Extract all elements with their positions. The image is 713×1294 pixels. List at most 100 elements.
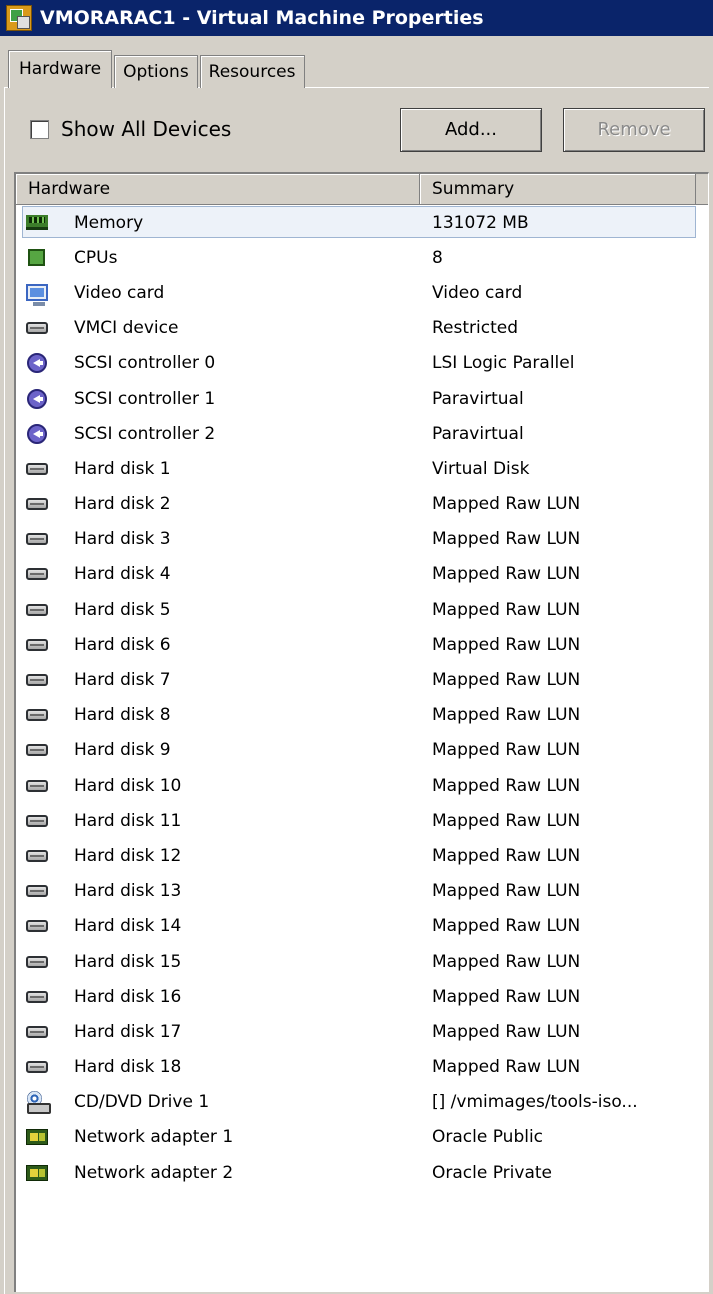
hardware-name: Hard disk 6 [74, 634, 171, 655]
show-all-devices-toggle[interactable]: Show All Devices [30, 117, 231, 141]
show-all-devices-checkbox[interactable] [30, 119, 49, 139]
table-row[interactable]: Hard disk 5 Mapped Raw LUN [16, 592, 708, 627]
hardware-cell: Video card [16, 282, 420, 307]
network-adapter-icon [26, 1129, 48, 1146]
summary-cell: Mapped Raw LUN [432, 599, 581, 620]
table-row[interactable]: Hard disk 14 Mapped Raw LUN [16, 909, 708, 944]
summary-cell: Mapped Raw LUN [432, 881, 581, 902]
disk-icon [26, 955, 48, 968]
disk-icon [26, 709, 48, 722]
table-row[interactable]: Hard disk 18 Mapped Raw LUN [16, 1050, 708, 1085]
table-row[interactable]: Hard disk 16 Mapped Raw LUN [16, 979, 708, 1014]
table-row[interactable]: Hard disk 7 Mapped Raw LUN [16, 662, 708, 697]
hardware-cell: Hard disk 3 [16, 529, 420, 549]
scsi-controller-icon [27, 388, 47, 409]
table-row[interactable]: Network adapter 2 Oracle Private [16, 1155, 708, 1190]
hardware-cell: Hard disk 15 [16, 952, 420, 972]
scsi-controller-icon [27, 353, 47, 374]
summary-cell: Virtual Disk [432, 458, 530, 479]
table-row[interactable]: Hard disk 13 Mapped Raw LUN [16, 874, 708, 909]
summary-cell: Mapped Raw LUN [432, 494, 581, 515]
hardware-cell: Hard disk 13 [16, 881, 420, 901]
tab-hardware[interactable]: Hardware [8, 50, 113, 88]
summary-cell: Mapped Raw LUN [432, 810, 581, 831]
remove-button[interactable]: Remove [563, 108, 705, 152]
disk-icon [26, 990, 48, 1003]
table-row[interactable]: Hard disk 6 Mapped Raw LUN [16, 627, 708, 662]
table-row[interactable]: Hard disk 4 Mapped Raw LUN [16, 557, 708, 592]
table-row[interactable]: Hard disk 10 Mapped Raw LUN [16, 768, 708, 803]
table-row[interactable]: Hard disk 8 Mapped Raw LUN [16, 698, 708, 733]
hardware-cell: Hard disk 11 [16, 811, 420, 831]
video-card-icon [26, 284, 48, 307]
tab-options[interactable]: Options [114, 55, 198, 88]
summary-cell: Mapped Raw LUN [432, 740, 581, 761]
table-row[interactable]: Hard disk 9 Mapped Raw LUN [16, 733, 708, 768]
summary-cell: Restricted [432, 318, 519, 339]
disk-icon [26, 322, 48, 335]
cd-dvd-icon [26, 1091, 51, 1115]
hardware-name: CPUs [74, 247, 118, 268]
table-row[interactable]: CD/DVD Drive 1 [] /vmimages/tools-iso... [16, 1085, 708, 1120]
table-row[interactable]: Memory 131072 MB [16, 205, 708, 240]
hardware-cell: Hard disk 5 [16, 600, 420, 620]
summary-cell: Mapped Raw LUN [432, 529, 581, 550]
hardware-cell: Hard disk 2 [16, 494, 420, 514]
column-header-summary[interactable]: Summary [420, 174, 696, 204]
hardware-cell: Hard disk 1 [16, 459, 420, 479]
table-row[interactable]: Hard disk 12 Mapped Raw LUN [16, 838, 708, 873]
table-row[interactable]: Hard disk 17 Mapped Raw LUN [16, 1014, 708, 1049]
table-row[interactable]: Network adapter 1 Oracle Public [16, 1120, 708, 1155]
disk-icon [26, 744, 48, 757]
table-row[interactable]: SCSI controller 1 Paravirtual [16, 381, 708, 416]
tab-strip: Hardware Options Resources [8, 50, 307, 88]
hardware-name: Memory [74, 212, 144, 233]
summary-cell: Mapped Raw LUN [432, 916, 581, 937]
hardware-name: Hard disk 4 [74, 564, 171, 585]
hardware-cell: VMCI device [16, 318, 420, 338]
hardware-name: Network adapter 2 [74, 1162, 234, 1183]
hardware-list[interactable]: Hardware Summary Memory 131072 MB CPUs 8 Vid… [14, 172, 709, 1292]
summary-cell: Video card [432, 282, 523, 303]
table-row[interactable]: SCSI controller 0 LSI Logic Parallel [16, 346, 708, 381]
hardware-name: Hard disk 2 [74, 494, 171, 515]
title-bar[interactable]: VMORARAC1 - Virtual Machine Properties [0, 0, 713, 36]
table-row[interactable]: Hard disk 11 Mapped Raw LUN [16, 803, 708, 838]
hardware-cell: SCSI controller 0 [16, 353, 420, 374]
hardware-cell: CPUs [16, 248, 420, 268]
table-row[interactable]: Video card Video card [16, 275, 708, 310]
scsi-controller-icon [27, 423, 47, 444]
hardware-name: Hard disk 17 [74, 1021, 182, 1042]
memory-icon [26, 215, 48, 231]
hardware-cell: Hard disk 12 [16, 846, 420, 866]
disk-icon [26, 849, 48, 862]
disk-icon [26, 462, 48, 475]
hardware-cell: Hard disk 4 [16, 564, 420, 584]
tab-resources[interactable]: Resources [199, 55, 305, 88]
hardware-name: SCSI controller 0 [74, 353, 216, 374]
table-row[interactable]: SCSI controller 2 Paravirtual [16, 416, 708, 451]
vm-app-icon [6, 5, 32, 31]
hardware-name: Hard disk 1 [74, 458, 171, 479]
hardware-cell: Hard disk 14 [16, 916, 420, 936]
hardware-name: Video card [74, 282, 165, 303]
summary-cell: Oracle Private [432, 1162, 552, 1183]
table-row[interactable]: VMCI device Restricted [16, 311, 708, 346]
table-row[interactable]: CPUs 8 [16, 240, 708, 275]
table-row[interactable]: Hard disk 1 Virtual Disk [16, 451, 708, 486]
summary-cell: Mapped Raw LUN [432, 951, 581, 972]
column-header-hardware[interactable]: Hardware [16, 174, 420, 204]
hardware-name: Hard disk 13 [74, 881, 182, 902]
hardware-cell: CD/DVD Drive 1 [16, 1091, 420, 1115]
summary-cell: Paravirtual [432, 388, 524, 409]
hardware-name: Hard disk 7 [74, 670, 171, 691]
network-adapter-icon [26, 1164, 48, 1181]
table-row[interactable]: Hard disk 3 Mapped Raw LUN [16, 522, 708, 557]
hardware-cell: Hard disk 10 [16, 776, 420, 796]
hardware-name: Hard disk 15 [74, 951, 182, 972]
table-row[interactable]: Hard disk 15 Mapped Raw LUN [16, 944, 708, 979]
add-button[interactable]: Add... [400, 108, 542, 152]
disk-icon [26, 920, 48, 933]
table-row[interactable]: Hard disk 2 Mapped Raw LUN [16, 487, 708, 522]
summary-cell: Mapped Raw LUN [432, 705, 581, 726]
